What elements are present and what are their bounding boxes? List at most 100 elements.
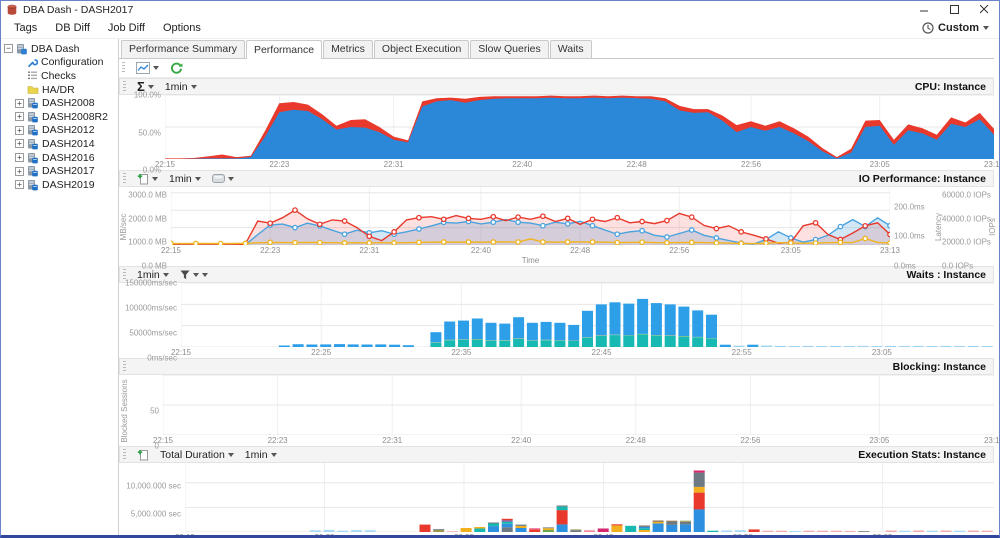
time-range-button[interactable]: Custom — [922, 22, 989, 34]
x-tick-label: 23:05 — [781, 246, 801, 255]
blocking-chart-canvas[interactable] — [163, 375, 994, 435]
io-interval-dropdown[interactable]: 1min — [167, 172, 203, 186]
x-axis-title: Time — [522, 256, 539, 265]
x-tick-label: 23:13 — [984, 436, 1000, 445]
tree-item-dash2017[interactable]: +DASH2017 — [1, 164, 118, 178]
cpu-chart — [165, 95, 994, 159]
tree-item-dash2014[interactable]: +DASH2014 — [1, 137, 118, 151]
expand-icon[interactable]: + — [15, 99, 24, 108]
exec-panel-header: Total Duration 1min Execution Stats: Ins… — [119, 446, 994, 463]
expand-icon[interactable]: + — [15, 126, 24, 135]
right-tick-label: 0.0 IOPs — [942, 262, 973, 271]
expand-icon[interactable]: + — [15, 153, 24, 162]
tab-waits[interactable]: Waits — [550, 40, 592, 58]
tree-item-ha-dr[interactable]: HA/DR — [1, 83, 118, 97]
tree-item-label: DASH2012 — [42, 124, 95, 136]
blocking-chart-title: Blocking: Instance — [893, 361, 986, 373]
chevron-down-icon — [271, 453, 277, 457]
tree-item-dash2019[interactable]: + DASH2019 — [1, 178, 118, 192]
tree-item-configuration[interactable]: Configuration — [1, 56, 118, 70]
instance-icon — [27, 179, 39, 191]
waits-filter-button[interactable] — [178, 269, 210, 281]
tree-item-dash2016[interactable]: +DASH2016 — [1, 151, 118, 165]
x-tick-label: 22:56 — [740, 436, 760, 445]
x-tick-label: 23:05 — [869, 436, 889, 445]
tab-performance-summary[interactable]: Performance Summary — [121, 40, 245, 58]
menu-options[interactable]: Options — [154, 19, 210, 37]
cpu-interval-dropdown[interactable]: 1min — [163, 80, 199, 94]
tree-item-label: DASH2008 — [42, 97, 95, 109]
refresh-button[interactable] — [168, 61, 185, 76]
y-tick-label: 50.0% — [138, 128, 161, 137]
y-tick-label: 50 — [150, 406, 159, 415]
y-tick-label: 50000ms/sec — [129, 329, 177, 338]
cpu-panel-header: Σ 1min CPU: Instance — [119, 78, 994, 95]
close-button[interactable] — [969, 1, 999, 18]
menu-db-diff[interactable]: DB Diff — [46, 19, 99, 37]
cpu-chart-title: CPU: Instance — [915, 81, 986, 93]
instance-icon — [27, 124, 39, 136]
x-tick-label: 22:40 — [471, 246, 491, 255]
tab-slow-queries[interactable]: Slow Queries — [470, 40, 548, 58]
tab-performance[interactable]: Performance — [246, 40, 322, 59]
io-chart-title: IO Performance: Instance — [859, 173, 986, 185]
menu-job-diff[interactable]: Job Diff — [99, 19, 154, 37]
app-icon — [6, 4, 18, 16]
instance-icon — [27, 152, 39, 164]
x-tick-label: 22:15 — [161, 246, 181, 255]
tree-item-checks[interactable]: Checks — [1, 69, 118, 83]
chart-options-button[interactable] — [134, 61, 161, 75]
expand-icon[interactable]: + — [15, 112, 24, 121]
folder-icon — [27, 85, 39, 95]
exec-metric-dropdown[interactable]: Total Duration — [158, 448, 236, 462]
io-chart-canvas[interactable] — [171, 187, 890, 245]
expand-icon[interactable]: + — [15, 139, 24, 148]
waits-chart-canvas[interactable] — [181, 283, 994, 347]
cpu-chart-canvas[interactable] — [165, 95, 994, 159]
x-tick-label: 22:15 — [155, 160, 175, 169]
collapse-icon[interactable]: − — [4, 44, 13, 53]
exec-counters-button[interactable] — [135, 448, 151, 462]
chevron-down-icon — [152, 177, 158, 181]
exec-x-axis: 22:1522:2522:3522:4522:5523:05 — [185, 532, 994, 538]
x-tick-label: 22:25 — [311, 348, 331, 357]
menu-tags[interactable]: Tags — [5, 19, 46, 37]
blocking-x-axis: 22:1522:2322:3122:4022:4822:5623:0523:13 — [163, 435, 994, 446]
tab-metrics[interactable]: Metrics — [323, 40, 373, 58]
refresh-icon — [170, 62, 183, 75]
x-tick-label: 22:55 — [733, 533, 753, 538]
io-panel-header: 1min IO Performance: Instance — [119, 170, 994, 187]
x-tick-label: 22:23 — [268, 436, 288, 445]
tree-item-label: DASH2019 — [42, 179, 95, 191]
x-tick-label: 22:35 — [451, 348, 471, 357]
toolbar-grip — [122, 62, 125, 74]
checks-icon — [27, 70, 38, 81]
panel-grip — [123, 81, 126, 93]
expand-icon[interactable]: + — [15, 167, 24, 176]
x-tick-label: 22:35 — [454, 533, 474, 538]
maximize-button[interactable] — [939, 1, 969, 18]
chevron-down-icon — [163, 273, 169, 277]
tree-item-dba-dash[interactable]: −DBA Dash — [1, 42, 118, 56]
tree-item-dash2012[interactable]: + DASH2012 — [1, 124, 118, 138]
x-tick-label: 22:56 — [741, 160, 761, 169]
exec-panel: Total Duration 1min Execution Stats: Ins… — [119, 446, 994, 538]
chart-panels: Σ 1min CPU: Instance 100.0%50.0%0.0% — [119, 78, 994, 535]
x-tick-label: 22:23 — [269, 160, 289, 169]
expand-icon[interactable]: + — [15, 180, 24, 189]
x-tick-label: 22:31 — [384, 160, 404, 169]
exec-interval-dropdown[interactable]: 1min — [243, 448, 279, 462]
io-panel: 1min IO Performance: Instance MB/sec 300… — [119, 170, 994, 266]
waits-y-axis: 150000ms/sec100000ms/sec50000ms/sec0ms/s… — [119, 283, 181, 358]
tree-item-dash2008r2[interactable]: +DASH2008R2 — [1, 110, 118, 124]
chevron-down-icon — [191, 85, 197, 89]
io-disk-dropdown[interactable] — [210, 173, 236, 184]
x-tick-label: 22:56 — [669, 246, 689, 255]
exec-chart-canvas[interactable] — [185, 463, 994, 532]
minimize-button[interactable] — [909, 1, 939, 18]
tab-object-execution[interactable]: Object Execution — [374, 40, 469, 58]
tree-item-dash2008[interactable]: + DASH2008 — [1, 96, 118, 110]
menu-bar: TagsDB DiffJob DiffOptions Custom — [1, 18, 999, 39]
main-toolbar — [119, 59, 994, 78]
x-tick-label: 22:25 — [314, 533, 334, 538]
